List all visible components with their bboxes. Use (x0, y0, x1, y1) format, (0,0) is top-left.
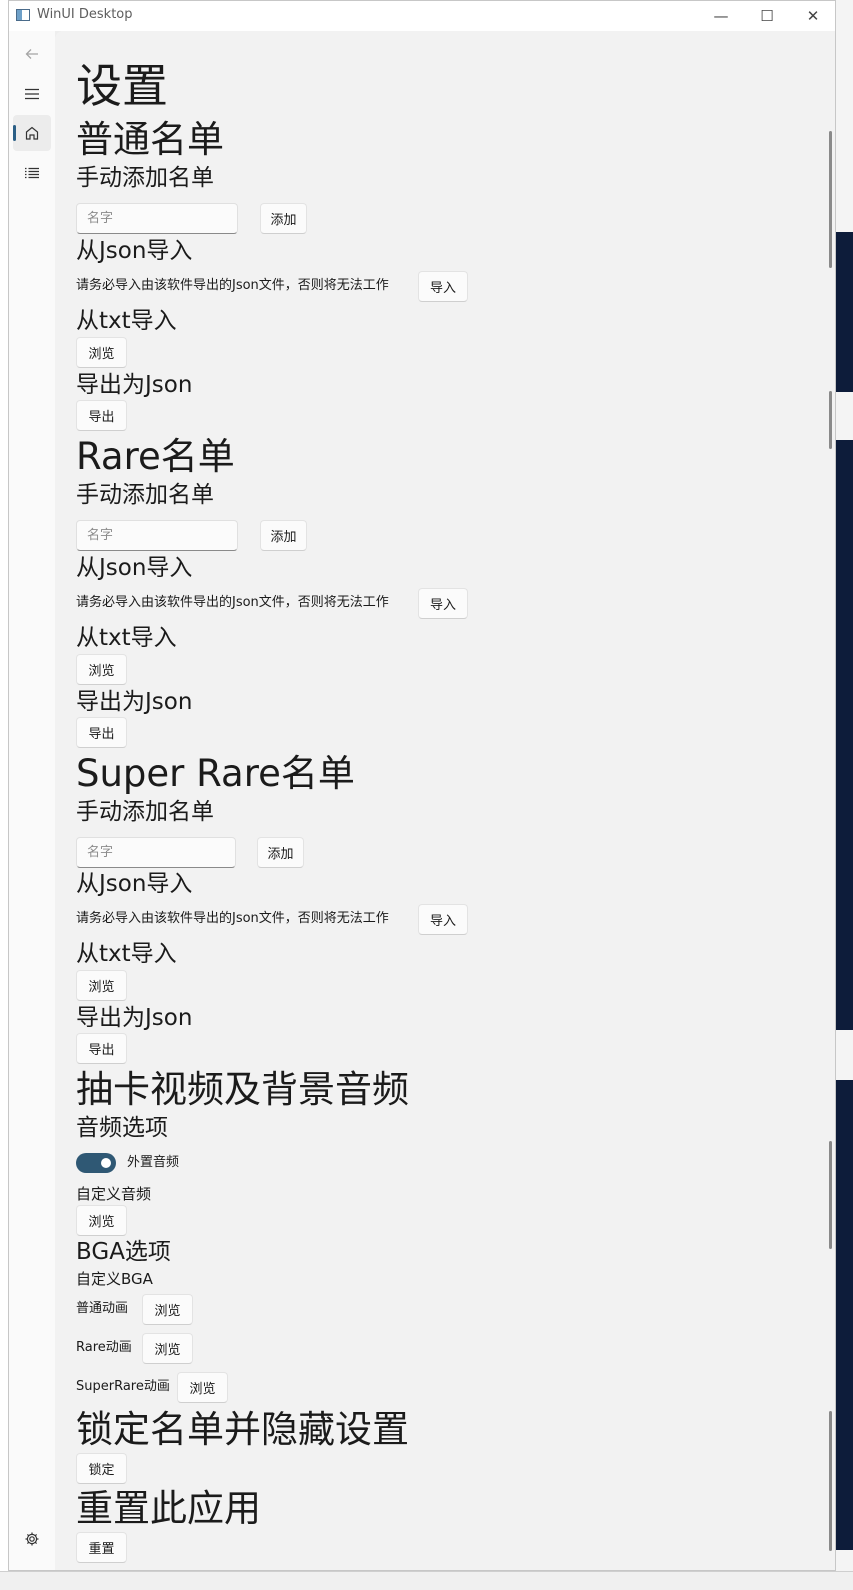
common-list-heading: 普通名单 (76, 118, 224, 161)
super-rare-export-button[interactable]: 导出 (76, 1033, 127, 1064)
rare-json-import-button[interactable]: 导入 (418, 588, 468, 619)
custom-bga-heading: 自定义BGA (76, 1270, 153, 1288)
back-arrow-icon (25, 49, 38, 59)
super-rare-name-input[interactable] (76, 837, 236, 868)
window-title: WinUI Desktop (37, 7, 133, 22)
super-rare-json-import-heading: 从Json导入 (76, 871, 193, 897)
super-rare-txt-import-heading: 从txt导入 (76, 941, 177, 967)
rare-json-import-heading: 从Json导入 (76, 555, 193, 581)
external-audio-toggle[interactable] (76, 1153, 116, 1173)
rare-anim-label: Rare动画 (76, 1340, 132, 1355)
page-title: 设置 (76, 59, 168, 113)
gear-icon (25, 1532, 39, 1546)
audio-options-heading: 音频选项 (76, 1115, 168, 1141)
super-rare-anim-browse-button[interactable]: 浏览 (177, 1372, 228, 1403)
selection-indicator (13, 125, 16, 141)
rare-name-input[interactable] (76, 520, 238, 551)
rare-export-button[interactable]: 导出 (76, 717, 127, 748)
hamburger-menu-icon (25, 88, 39, 100)
vertical-scrollbar[interactable] (829, 131, 832, 1551)
media-heading: 抽卡视频及背景音频 (76, 1068, 409, 1111)
desktop-background-right (836, 0, 853, 1589)
list-icon (25, 167, 39, 179)
common-manual-add-heading: 手动添加名单 (76, 165, 214, 191)
rare-export-json-heading: 导出为Json (76, 689, 193, 715)
super-rare-list-heading: Super Rare名单 (76, 752, 355, 795)
common-export-button[interactable]: 导出 (76, 400, 127, 431)
nav-item-home[interactable] (13, 115, 51, 151)
lock-heading: 锁定名单并隐藏设置 (76, 1408, 409, 1451)
back-button[interactable] (13, 36, 51, 72)
external-audio-label: 外置音频 (127, 1155, 180, 1170)
normal-anim-label: 普通动画 (76, 1301, 129, 1316)
app-icon (16, 9, 30, 21)
toggle-knob (101, 1158, 111, 1168)
lock-button[interactable]: 锁定 (76, 1453, 127, 1484)
common-txt-browse-button[interactable]: 浏览 (76, 337, 127, 368)
custom-audio-browse-button[interactable]: 浏览 (76, 1205, 127, 1236)
settings-page: 设置 普通名单 手动添加名单 添加 从Json导入 请务必导入由该软件导出的Js… (55, 31, 835, 1570)
title-bar: WinUI Desktop — ☐ ✕ (9, 1, 835, 31)
nav-item-list[interactable] (13, 155, 51, 191)
common-export-json-heading: 导出为Json (76, 372, 193, 398)
rare-txt-browse-button[interactable]: 浏览 (76, 654, 127, 685)
rare-txt-import-heading: 从txt导入 (76, 625, 177, 651)
rare-manual-add-heading: 手动添加名单 (76, 482, 214, 508)
home-icon (25, 126, 39, 140)
maximize-button[interactable]: ☐ (744, 1, 790, 31)
super-rare-json-import-button[interactable]: 导入 (418, 904, 468, 935)
minimize-button[interactable]: — (698, 1, 744, 31)
hamburger-menu-button[interactable] (13, 76, 51, 112)
common-json-import-button[interactable]: 导入 (418, 271, 468, 302)
close-button[interactable]: ✕ (790, 1, 835, 31)
common-name-input[interactable] (76, 203, 238, 234)
common-json-import-heading: 从Json导入 (76, 238, 193, 264)
app-window: WinUI Desktop — ☐ ✕ 设置 普通名单 手动添加名单 名字 添加… (8, 0, 836, 1571)
nav-item-settings[interactable] (13, 1521, 51, 1557)
rare-add-button[interactable]: 添加 (260, 520, 307, 551)
common-txt-import-heading: 从txt导入 (76, 308, 177, 334)
super-rare-txt-browse-button[interactable]: 浏览 (76, 970, 127, 1001)
bga-options-heading: BGA选项 (76, 1239, 171, 1265)
rare-json-import-note: 请务必导入由该软件导出的Json文件，否则将无法工作 (76, 595, 389, 610)
super-rare-anim-label: SuperRare动画 (76, 1379, 170, 1394)
custom-audio-heading: 自定义音频 (76, 1185, 152, 1203)
common-json-import-note: 请务必导入由该软件导出的Json文件，否则将无法工作 (76, 278, 389, 293)
super-rare-json-import-note: 请务必导入由该软件导出的Json文件，否则将无法工作 (76, 911, 389, 926)
common-add-button[interactable]: 添加 (260, 203, 307, 234)
super-rare-export-json-heading: 导出为Json (76, 1005, 193, 1031)
super-rare-manual-add-heading: 手动添加名单 (76, 799, 214, 825)
rare-anim-browse-button[interactable]: 浏览 (142, 1333, 193, 1364)
super-rare-add-button[interactable]: 添加 (257, 837, 304, 868)
reset-heading: 重置此应用 (76, 1487, 261, 1530)
navigation-pane (9, 31, 55, 1570)
rare-list-heading: Rare名单 (76, 435, 235, 478)
desktop-background-bottom (0, 1571, 853, 1590)
normal-anim-browse-button[interactable]: 浏览 (142, 1294, 193, 1325)
reset-button[interactable]: 重置 (76, 1532, 127, 1563)
